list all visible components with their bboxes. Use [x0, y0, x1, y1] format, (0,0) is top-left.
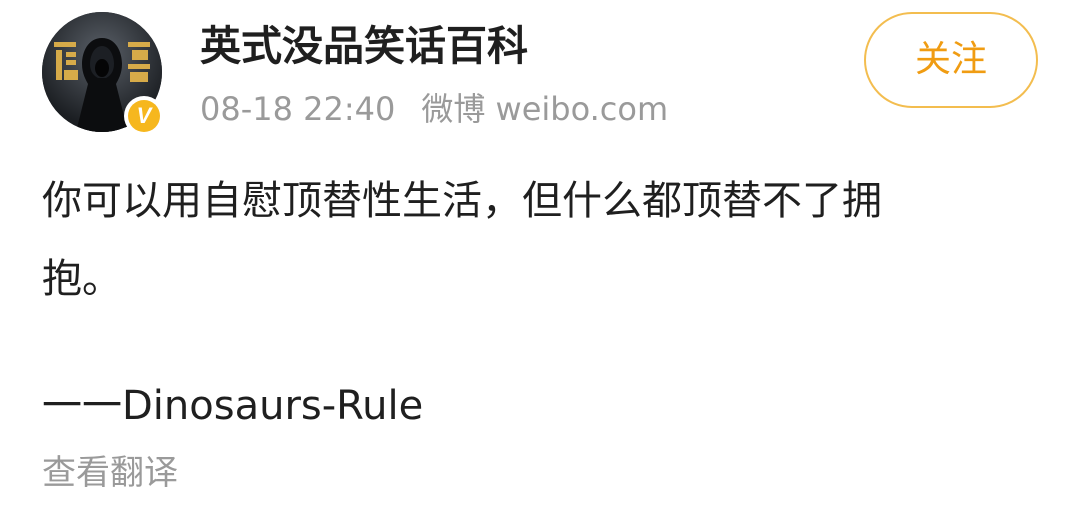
post-text-line: 抱。: [42, 256, 122, 302]
post-source: 微博 weibo.com: [421, 90, 669, 128]
view-translation-link[interactable]: 查看翻译: [42, 450, 178, 496]
post-meta: 08-18 22:40 微博 weibo.com: [200, 88, 668, 130]
post-body: 你可以用自慰顶替性生活，但什么都顶替不了拥 抱。: [42, 162, 1022, 318]
username[interactable]: 英式没品笑话百科: [200, 20, 528, 72]
weibo-post: V 英式没品笑话百科 08-18 22:40 微博 weibo.com 关注 你可…: [0, 0, 1080, 517]
post-attribution: 一一Dinosaurs-Rule: [42, 383, 424, 429]
follow-button[interactable]: 关注: [864, 12, 1038, 108]
post-timestamp: 08-18 22:40: [200, 90, 396, 128]
verified-badge: V: [124, 96, 164, 136]
user-avatar[interactable]: V: [42, 12, 164, 136]
verified-v-icon: V: [128, 100, 160, 132]
post-text-line: 你可以用自慰顶替性生活，但什么都顶替不了拥: [42, 178, 882, 224]
